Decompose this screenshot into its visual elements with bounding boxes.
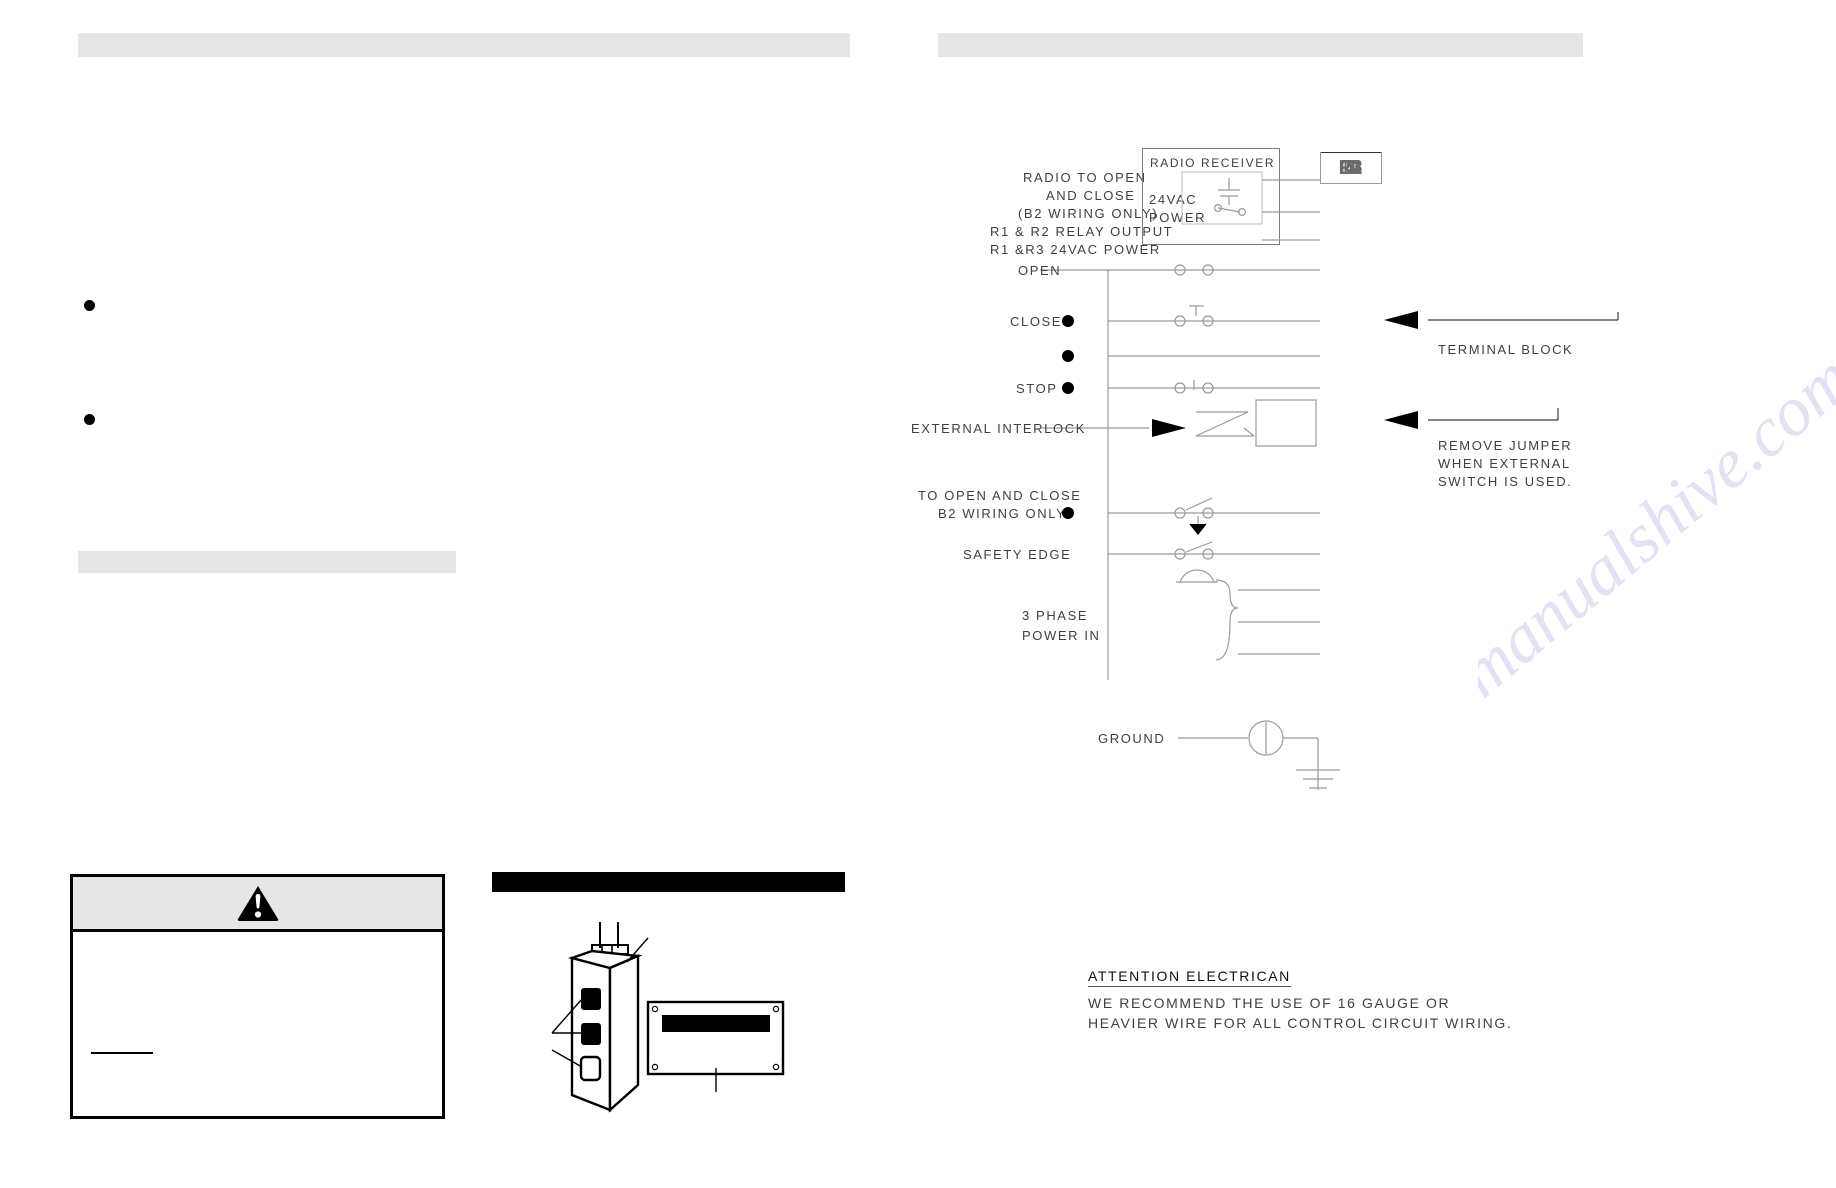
left-section-bar [78,551,456,573]
diagram-label-open: OPEN [1018,263,1062,278]
warning-body-rule [91,1052,153,1054]
terminal-L3[interactable]: L3 [1320,152,1382,184]
electrician-note: ATTENTION ELECTRICAN WE RECOMMEND THE US… [1088,968,1512,1031]
callout-terminal-block: TERMINAL BLOCK [1438,342,1574,357]
diagram-label-ground: GROUND [1098,731,1166,746]
callout-switch-is-used: SWITCH IS USED. [1438,474,1573,489]
diagram-label-stop: STOP [1016,381,1058,396]
warning-box-header [73,877,442,932]
external-interlock-arrow [1152,419,1186,437]
electrician-note-line-1: WE RECOMMEND THE USE OF 16 GAUGE OR [1088,995,1451,1011]
diagram-label-close: CLOSE [1010,314,1063,329]
diagram-label-power-in: POWER IN [1022,628,1101,643]
electrician-note-line-2: HEAVIER WIRE FOR ALL CONTROL CIRCUIT WIR… [1088,1015,1513,1031]
bullet-point-2 [84,414,95,425]
diagram-label-b2-wiring-only: B2 WIRING ONLY [938,506,1067,521]
left-header-bar [78,33,850,57]
bullet-point-1 [84,300,95,311]
callout-remove-jumper: REMOVE JUMPER [1438,438,1573,453]
device-illustration [490,920,870,1120]
right-page: manualshive.com RADIO TO OPEN AND CLOSE … [911,0,1836,1188]
junction-node-close [1062,315,1074,327]
junction-node-stop [1062,382,1074,394]
terminal-block-arrow [1384,311,1418,329]
illustration-title-bar [492,872,845,892]
diagram-label-safety-edge: SAFETY EDGE [963,547,1072,562]
warning-box-body [73,932,442,1171]
remove-jumper-arrow [1384,411,1418,429]
diagram-label-to-open-and-close: TO OPEN AND CLOSE [918,488,1082,503]
diagram-label-external-interlock: EXTERNAL INTERLOCK [911,421,1086,436]
junction-node-3 [1062,350,1074,362]
warning-box [70,874,445,1119]
diagram-label-3-phase: 3 PHASE [1022,608,1089,623]
callout-when-external: WHEN EXTERNAL [1438,456,1571,471]
electrician-note-heading: ATTENTION ELECTRICAN [1088,968,1291,987]
warning-triangle-icon [237,886,278,921]
left-page [0,0,918,1188]
